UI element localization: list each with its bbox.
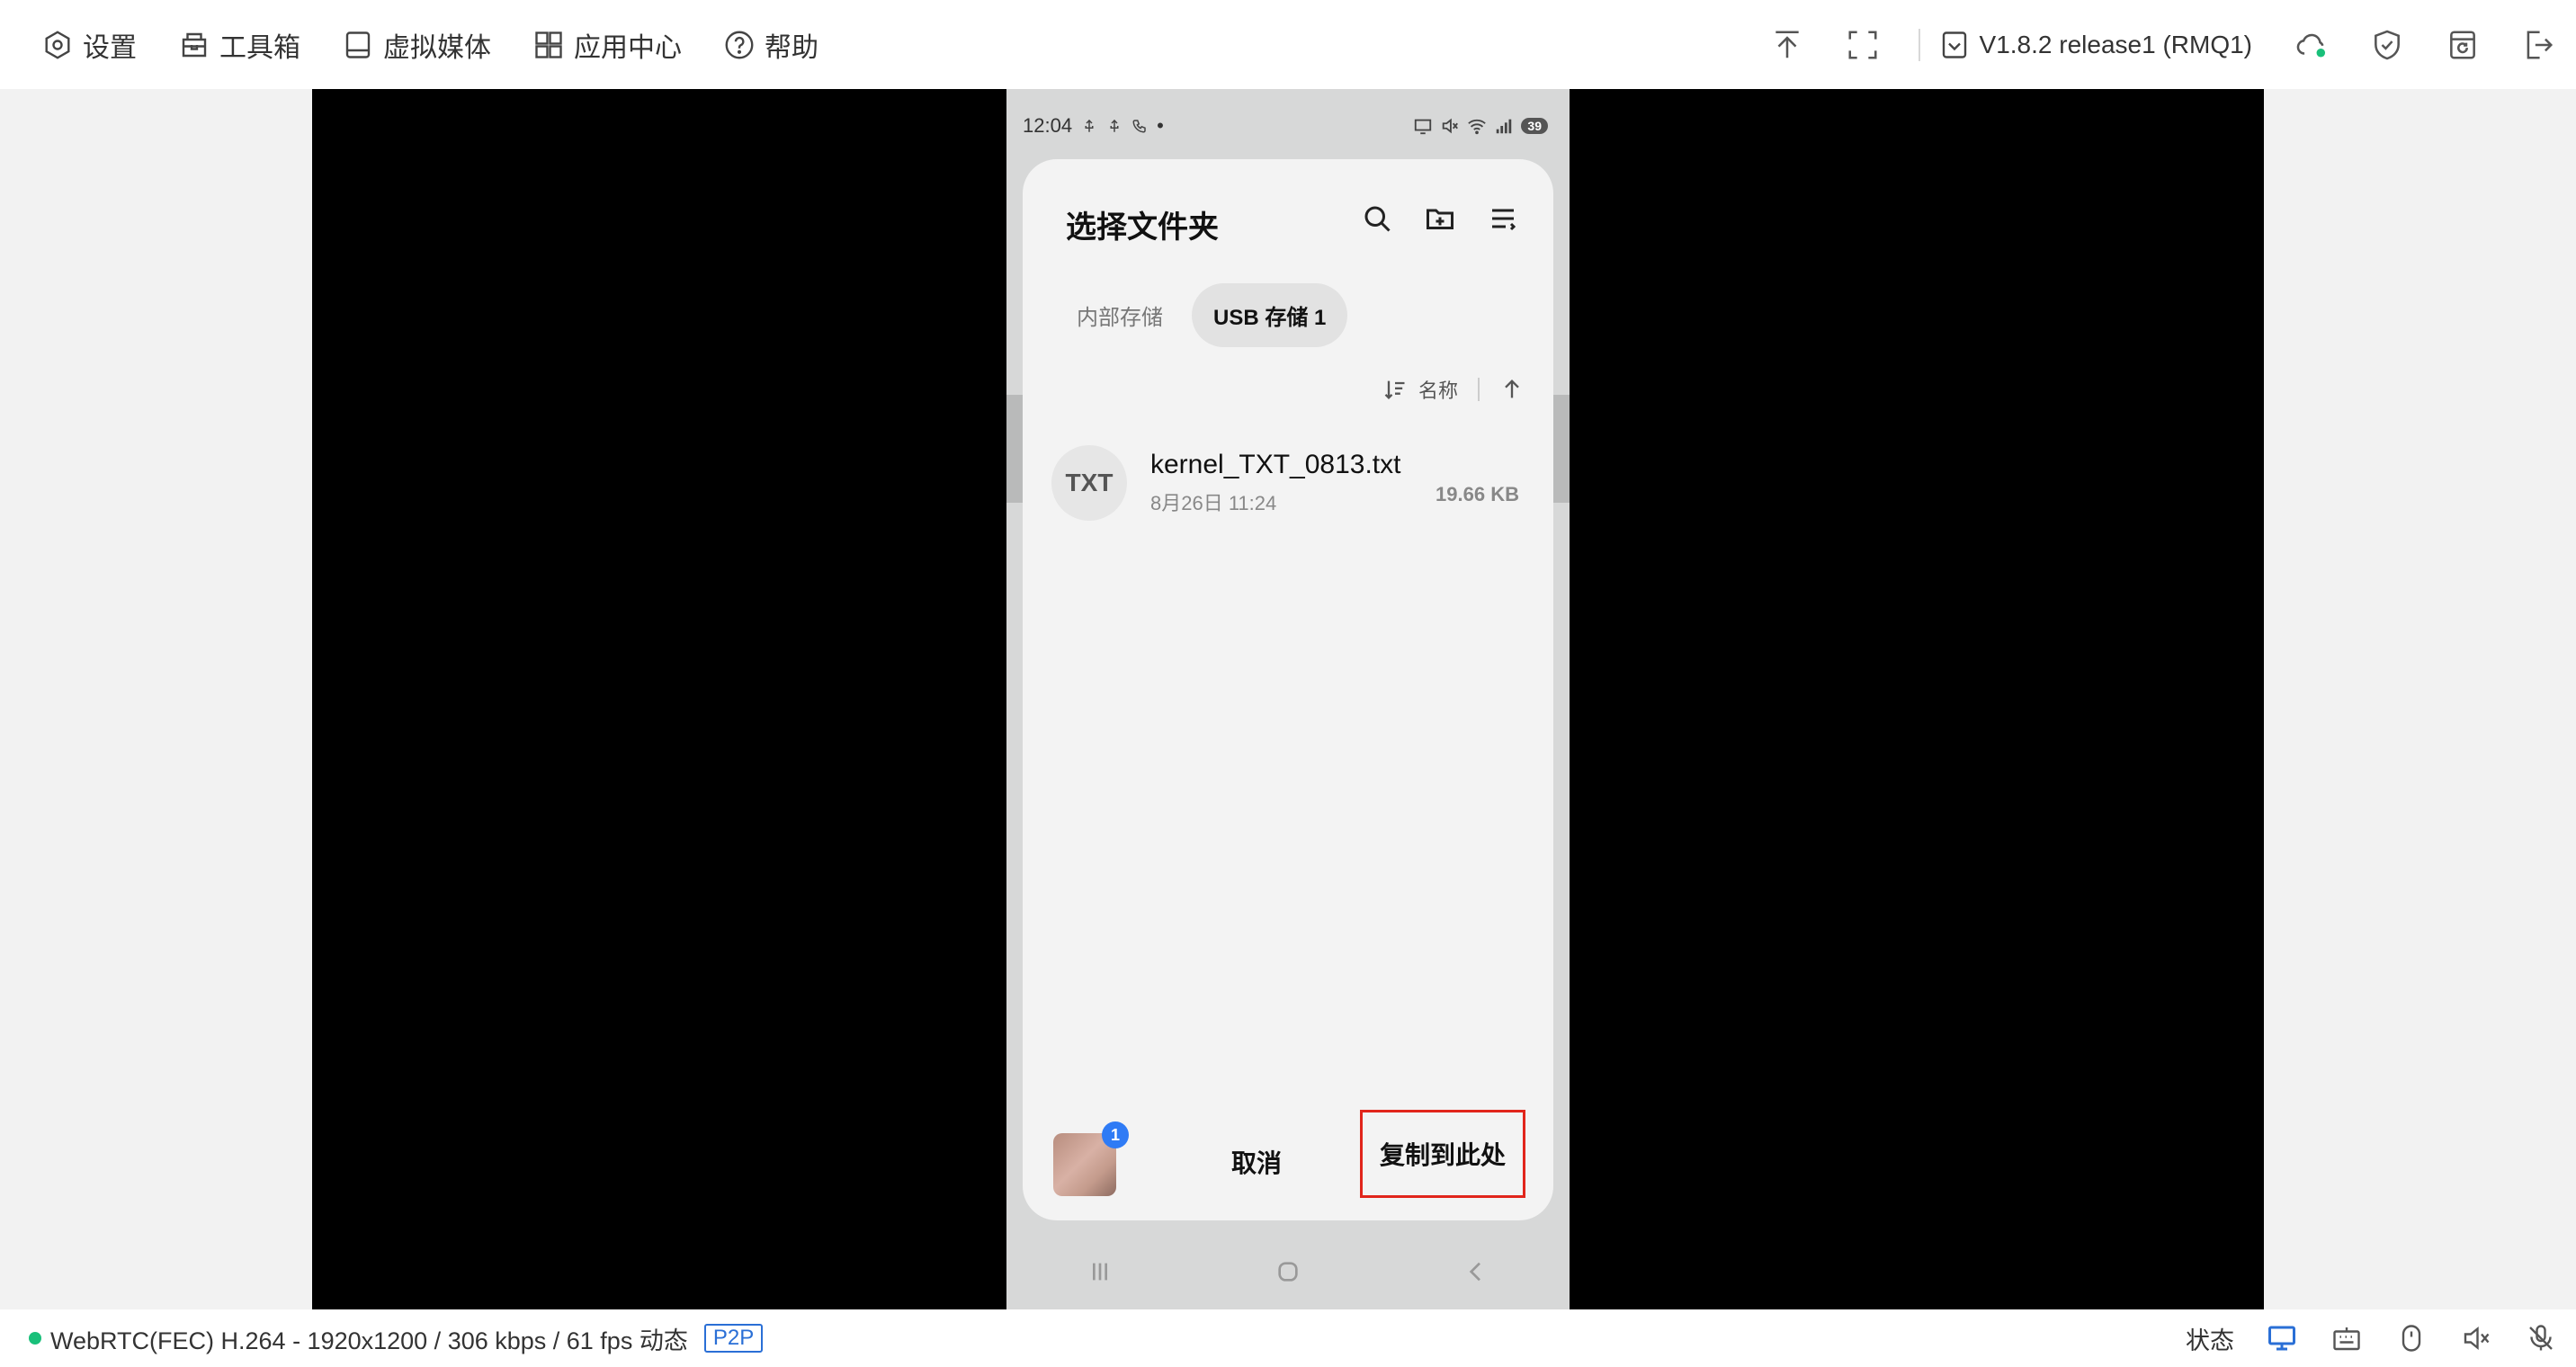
dialog-title: 选择文件夹 (1066, 210, 1219, 245)
call-icon (1132, 120, 1146, 133)
menu-virtual-media-label: 虚拟媒体 (383, 32, 491, 63)
mouse-button[interactable] (2394, 1321, 2428, 1355)
cast-icon (1415, 119, 1432, 135)
home-icon (1278, 1262, 1298, 1282)
file-size: 19.66 KB (1436, 483, 1519, 505)
menu-toolbox[interactable]: 工具箱 (178, 25, 300, 65)
menu-help[interactable]: 帮助 (723, 25, 818, 65)
version-label: V1.8.2 release1 (RMQ1) (1979, 30, 2252, 58)
back-button[interactable] (1449, 1254, 1503, 1290)
sort-bar: 名称 (1382, 375, 1525, 404)
top-toolbar: 设置 工具箱 虚拟媒体 应用中心 帮助 V1.8.2 release1 (RMQ… (0, 0, 2576, 89)
bottom-right-controls: 状态 (2186, 1309, 2558, 1367)
settings-icon (45, 30, 70, 59)
top-right-controls: V1.8.2 release1 (RMQ1) (1749, 0, 2576, 89)
mute-icon (1443, 118, 1459, 134)
help-icon (725, 31, 754, 58)
notification-dot-icon: • (1157, 114, 1164, 137)
bottom-status-bar: WebRTC(FEC) H.264 - 1920x1200 / 306 kbps… (0, 1309, 2576, 1367)
keyboard-button[interactable] (2330, 1321, 2364, 1355)
select-folder-dialog: 选择文件夹 内部存储 USB 存储 1 名称 TXT kernel_TXT_08… (1023, 159, 1553, 1220)
virtual-media-icon (345, 31, 371, 58)
cloud-connected-icon (2296, 33, 2326, 57)
usb-debug-icon (1110, 119, 1119, 132)
shield-check-icon (2375, 30, 2400, 59)
logout-icon (2527, 30, 2554, 59)
microphone-mute-button[interactable] (2524, 1321, 2558, 1355)
selected-count-badge: 1 (1102, 1121, 1129, 1148)
sort-icon (1384, 380, 1405, 399)
restart-icon (2450, 30, 2475, 59)
list-options-icon (1492, 209, 1516, 231)
version-icon (1942, 31, 1966, 58)
microphone-muted-icon (2529, 1325, 2553, 1351)
battery-indicator: 39 (1521, 118, 1548, 134)
speaker-muted-icon (2464, 1327, 2490, 1350)
speaker-mute-button[interactable] (2459, 1321, 2493, 1355)
search-icon (1364, 206, 1391, 232)
back-icon (1469, 1262, 1480, 1282)
txt-file-icon: TXT (1051, 445, 1127, 521)
status-bar-left: 12:04 • (1023, 114, 1164, 138)
app-center-icon (535, 31, 562, 58)
status-label: 状态 (2186, 1327, 2234, 1354)
version-button[interactable]: V1.8.2 release1 (RMQ1) (1938, 29, 2252, 61)
status-time: 12:04 (1023, 114, 1073, 137)
p2p-badge: P2P (703, 1324, 764, 1353)
copy-here-button[interactable]: 复制到此处 (1360, 1110, 1525, 1198)
security-button[interactable] (2349, 0, 2425, 89)
keyboard-icon (2333, 1327, 2360, 1351)
menu-help-label: 帮助 (765, 32, 818, 63)
file-row[interactable]: TXT kernel_TXT_0813.txt 8月26日 11:24 19.6… (1051, 440, 1525, 526)
sort-divider (1478, 378, 1480, 401)
status-bar-right: 39 (1413, 116, 1548, 136)
cancel-button[interactable]: 取消 (1203, 1144, 1310, 1180)
new-folder-icon (1427, 209, 1453, 229)
monitor-icon (2268, 1326, 2295, 1351)
toolbar-divider (1918, 28, 1920, 61)
stream-info: WebRTC(FEC) H.264 - 1920x1200 / 306 kbps… (50, 1327, 688, 1354)
usb-icon (1085, 119, 1094, 132)
logout-button[interactable] (2500, 0, 2576, 89)
fullscreen-icon (1848, 30, 1877, 59)
storage-tabs: 内部存储 USB 存储 1 (1055, 283, 1348, 347)
wifi-icon (1468, 119, 1487, 135)
upload-button[interactable] (1749, 0, 1825, 89)
menu-toolbox-label: 工具箱 (219, 32, 300, 63)
signal-icon (1497, 119, 1512, 134)
file-name: kernel_TXT_0813.txt (1150, 450, 1401, 479)
recents-icon (1093, 1263, 1108, 1281)
sort-by-name-button[interactable]: 名称 (1418, 375, 1458, 404)
upload-icon (1775, 30, 1799, 58)
connection-status-dot (29, 1332, 41, 1345)
mouse-icon (2402, 1325, 2421, 1352)
toolbox-icon (182, 32, 207, 57)
screen-toggle-button[interactable] (2265, 1321, 2299, 1355)
fullscreen-button[interactable] (1825, 0, 1901, 89)
phone-nav-bar (1006, 1249, 1570, 1294)
cloud-status-button[interactable] (2274, 0, 2349, 89)
more-options-button[interactable] (1487, 202, 1519, 235)
home-button[interactable] (1261, 1254, 1315, 1290)
restart-button[interactable] (2425, 0, 2500, 89)
recents-button[interactable] (1073, 1254, 1127, 1290)
phone-screen[interactable]: 12:04 • 39 选择文件夹 内部存储 USB 存储 1 名称 TXT ke… (1006, 89, 1570, 1309)
phone-status-bar: 12:04 • 39 (1023, 112, 1548, 139)
search-button[interactable] (1361, 202, 1393, 235)
sort-ascending-icon[interactable] (1499, 377, 1525, 402)
remote-stage: 12:04 • 39 选择文件夹 内部存储 USB 存储 1 名称 TXT ke… (0, 89, 2576, 1309)
menu-app-center[interactable]: 应用中心 (532, 25, 682, 65)
tab-internal-storage[interactable]: 内部存储 (1055, 283, 1185, 347)
dialog-actions (1361, 202, 1519, 235)
tab-usb-storage-1[interactable]: USB 存储 1 (1192, 283, 1348, 347)
main-menu: 设置 工具箱 虚拟媒体 应用中心 帮助 (41, 25, 818, 65)
menu-app-center-label: 应用中心 (574, 32, 682, 63)
menu-settings-label: 设置 (83, 32, 137, 63)
new-folder-button[interactable] (1424, 202, 1456, 235)
menu-virtual-media[interactable]: 虚拟媒体 (342, 25, 491, 65)
menu-settings[interactable]: 设置 (41, 25, 137, 65)
